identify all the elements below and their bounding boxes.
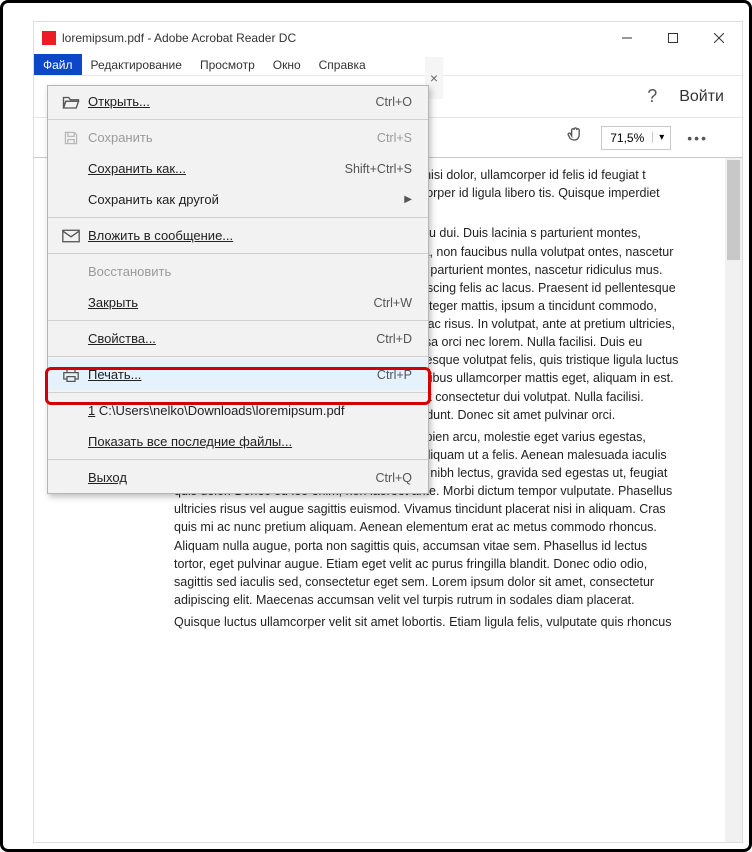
- help-icon[interactable]: ?: [647, 86, 657, 107]
- menu-item-save-as[interactable]: Сохранить как... Shift+Ctrl+S: [48, 153, 428, 184]
- menu-help[interactable]: Справка: [310, 54, 375, 75]
- zoom-value: 71,5%: [602, 131, 652, 145]
- doc-paragraph: Quisque luctus ullamcorper velit sit ame…: [174, 613, 679, 631]
- submenu-arrow-icon: ▶: [404, 194, 412, 205]
- folder-open-icon: [62, 94, 88, 110]
- scrollbar[interactable]: [725, 158, 742, 842]
- file-menu-dropdown: Открыть... Ctrl+O Сохранить Ctrl+S Сохра…: [47, 85, 429, 494]
- menu-item-properties[interactable]: Свойства... Ctrl+D: [48, 323, 428, 354]
- zoom-selector[interactable]: 71,5% ▾: [601, 126, 671, 150]
- menu-item-save: Сохранить Ctrl+S: [48, 122, 428, 153]
- titlebar: loremipsum.pdf - Adobe Acrobat Reader DC: [34, 22, 742, 54]
- save-icon: [62, 130, 88, 146]
- window-title: loremipsum.pdf - Adobe Acrobat Reader DC: [62, 31, 296, 45]
- menu-item-print[interactable]: Печать... Ctrl+P: [48, 359, 428, 390]
- envelope-icon: [62, 228, 88, 244]
- menubar: Файл Редактирование Просмотр Окно Справк…: [34, 54, 742, 76]
- menu-item-close[interactable]: Закрыть Ctrl+W: [48, 287, 428, 318]
- minimize-button[interactable]: [604, 22, 650, 54]
- maximize-button[interactable]: [650, 22, 696, 54]
- close-button[interactable]: [696, 22, 742, 54]
- menu-window[interactable]: Окно: [264, 54, 310, 75]
- print-icon: [62, 367, 88, 383]
- chevron-down-icon[interactable]: ▾: [652, 132, 670, 143]
- menu-item-recent-1[interactable]: 1 C:\Users\nelko\Downloads\loremipsum.pd…: [48, 395, 428, 426]
- menu-item-revert: Восстановить: [48, 256, 428, 287]
- app-icon: [42, 31, 56, 45]
- scroll-thumb[interactable]: [727, 160, 740, 260]
- menu-file[interactable]: Файл: [34, 54, 82, 75]
- menu-item-open[interactable]: Открыть... Ctrl+O: [48, 86, 428, 117]
- sign-in-button[interactable]: Войти: [679, 88, 724, 106]
- menu-edit[interactable]: Редактирование: [82, 54, 191, 75]
- menu-item-attach[interactable]: Вложить в сообщение...: [48, 220, 428, 251]
- menu-item-exit[interactable]: Выход Ctrl+Q: [48, 462, 428, 493]
- hand-tool-icon[interactable]: [565, 125, 585, 150]
- menu-item-save-other[interactable]: Сохранить как другой ▶: [48, 184, 428, 215]
- more-tools-button[interactable]: •••: [687, 130, 708, 146]
- menu-view[interactable]: Просмотр: [191, 54, 264, 75]
- menu-item-show-recent[interactable]: Показать все последние файлы...: [48, 426, 428, 457]
